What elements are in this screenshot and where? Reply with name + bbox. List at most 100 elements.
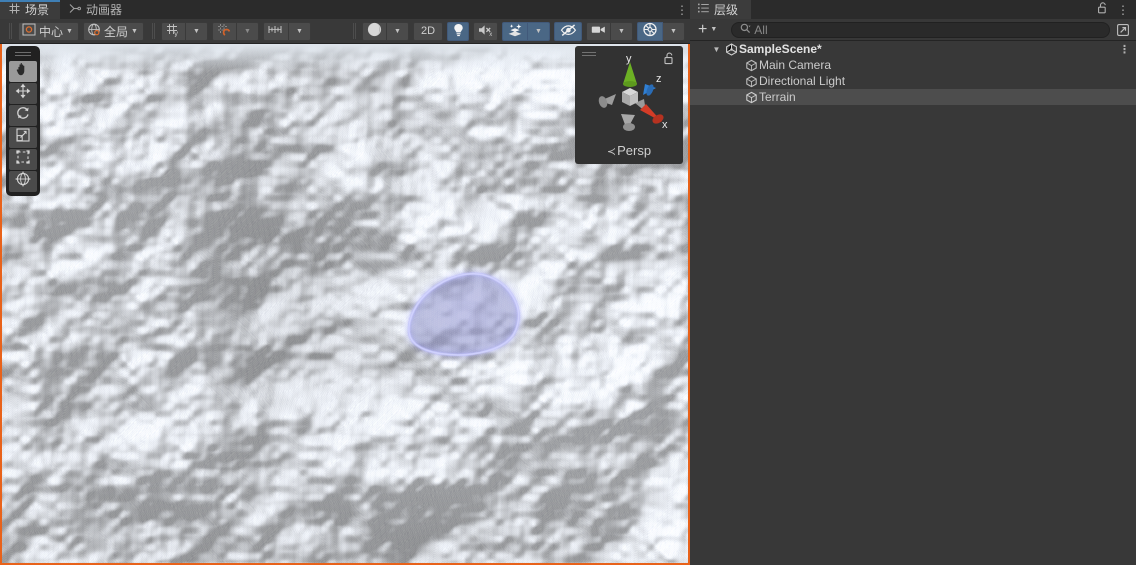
grid-snap-button[interactable] bbox=[211, 21, 237, 41]
grid-axis-dropdown[interactable]: ▼ bbox=[185, 21, 208, 41]
transform-tool-button[interactable] bbox=[9, 171, 37, 192]
grid-snap-group: ▼ bbox=[211, 21, 259, 41]
scene-tab-strip: 场景 动画器 ⋮ bbox=[0, 0, 690, 19]
hand-icon bbox=[15, 61, 31, 82]
rect-tool-button[interactable] bbox=[9, 149, 37, 170]
animator-icon bbox=[69, 3, 82, 17]
scene-view-panel: 场景 动画器 ⋮ 中心 ▼ 全局 ▼ y ▼ ▼ ▼ ▼ 2D x ▼ ▼ ▼ … bbox=[0, 0, 690, 565]
chevron-down-icon: ▼ bbox=[535, 27, 542, 35]
gizmos-dropdown[interactable]: ▼ bbox=[663, 21, 685, 41]
add-gameobject-button[interactable]: + ▼ bbox=[696, 20, 719, 38]
shading-mode-dropdown[interactable]: ▼ bbox=[387, 21, 409, 41]
grid-icon bbox=[9, 3, 20, 17]
rotate-tool-button[interactable] bbox=[9, 105, 37, 126]
camera-group: ▼ bbox=[586, 21, 633, 41]
hierarchy-item-label: Terrain bbox=[759, 90, 796, 104]
scene-audio-toggle[interactable]: x bbox=[473, 21, 498, 41]
tab-hierarchy-label: 层级 bbox=[714, 3, 739, 17]
pivot-mode-label: 中心 bbox=[39, 24, 64, 39]
chevron-down-icon[interactable]: ▼ bbox=[710, 45, 723, 54]
chevron-down-icon: ▼ bbox=[710, 26, 718, 33]
shading-sphere-icon bbox=[367, 22, 382, 40]
tab-scene[interactable]: 场景 bbox=[0, 0, 61, 19]
pivot-mode-dropdown[interactable]: 中心 ▼ bbox=[18, 21, 79, 41]
toolbar-divider bbox=[350, 23, 357, 40]
hierarchy-item-label: Main Camera bbox=[759, 58, 832, 72]
camera-icon bbox=[591, 24, 606, 38]
unity-scene-icon bbox=[723, 42, 739, 56]
toolbar-divider bbox=[6, 23, 13, 40]
tab-hierarchy[interactable]: 层级 bbox=[690, 0, 752, 19]
prev-arrow-icon: ≺ bbox=[606, 146, 617, 158]
hierarchy-row-directional-light[interactable]: Directional Light bbox=[690, 73, 1136, 89]
gameobject-cube-icon bbox=[743, 91, 759, 104]
rect-transform-icon bbox=[15, 149, 31, 170]
handle-space-label: 全局 bbox=[103, 24, 128, 39]
scene-lighting-toggle[interactable] bbox=[447, 21, 469, 41]
chevron-down-icon: ▼ bbox=[130, 27, 138, 35]
grid-snap-dropdown[interactable]: ▼ bbox=[236, 21, 259, 41]
chevron-down-icon: ▼ bbox=[618, 27, 625, 35]
shading-mode-button[interactable] bbox=[362, 21, 387, 41]
toolbar-divider bbox=[149, 23, 156, 40]
effects-icon bbox=[507, 23, 523, 40]
grid-size-button[interactable] bbox=[262, 21, 289, 41]
scene-viewport[interactable]: y z x ≺Persp bbox=[0, 44, 690, 565]
hierarchy-tab-strip: 层级 ⋮ bbox=[690, 0, 1136, 19]
handle-space-dropdown[interactable]: 全局 ▼ bbox=[82, 21, 144, 41]
hierarchy-tree[interactable]: ▼ SampleScene* ⋮ Main Camera Directional… bbox=[690, 41, 1136, 105]
lightbulb-icon bbox=[453, 23, 464, 40]
hierarchy-tab-tools: ⋮ bbox=[1097, 0, 1136, 19]
move-tool-button[interactable] bbox=[9, 83, 37, 104]
grid-axis-y-icon: y bbox=[166, 23, 181, 40]
scene-visibility-toggle[interactable] bbox=[554, 21, 582, 41]
hierarchy-row-terrain[interactable]: Terrain bbox=[690, 89, 1136, 105]
scene-view-menu-button[interactable]: ⋮ bbox=[674, 0, 690, 19]
audio-mute-icon: x bbox=[478, 23, 493, 40]
scene-visibility-off-icon bbox=[560, 23, 577, 40]
svg-text:x: x bbox=[489, 32, 492, 37]
scale-tool-button[interactable] bbox=[9, 127, 37, 148]
hierarchy-menu-button[interactable]: ⋮ bbox=[1117, 4, 1129, 16]
hand-tool-button[interactable] bbox=[9, 61, 37, 82]
chevron-down-icon: ▼ bbox=[66, 27, 73, 35]
plus-icon: + bbox=[698, 20, 708, 38]
gizmo-projection-label[interactable]: ≺Persp bbox=[575, 143, 683, 158]
scene-row-menu-button[interactable]: ⋮ bbox=[1119, 43, 1130, 56]
gizmos-group: ▼ bbox=[637, 21, 685, 41]
tab-animator[interactable]: 动画器 bbox=[60, 0, 133, 19]
grid-axis-button[interactable]: y bbox=[160, 21, 186, 41]
2d-label: 2D bbox=[420, 25, 436, 37]
gizmos-toggle[interactable] bbox=[637, 21, 663, 41]
svg-text:y: y bbox=[174, 29, 178, 37]
scene-camera-button[interactable] bbox=[586, 21, 611, 41]
scene-fx-toggle[interactable] bbox=[502, 21, 528, 41]
shading-mode-group: ▼ bbox=[362, 21, 409, 41]
grid-size-dropdown[interactable]: ▼ bbox=[288, 21, 311, 41]
persp-label: Persp bbox=[617, 143, 652, 158]
hierarchy-row-scene[interactable]: ▼ SampleScene* ⋮ bbox=[690, 41, 1136, 57]
unlock-icon[interactable] bbox=[1097, 1, 1108, 19]
chevron-down-icon: ▼ bbox=[670, 27, 677, 35]
scene-orientation-gizmo[interactable]: y z x ≺Persp bbox=[575, 46, 683, 164]
search-input[interactable]: All bbox=[731, 21, 1110, 39]
pivot-center-icon bbox=[22, 23, 36, 39]
svg-text:x: x bbox=[662, 119, 668, 131]
palette-drag-handle[interactable] bbox=[9, 49, 37, 59]
expand-window-icon[interactable] bbox=[1114, 23, 1132, 37]
hierarchy-item-label: Directional Light bbox=[759, 74, 846, 88]
scene-camera-dropdown[interactable]: ▼ bbox=[611, 21, 633, 41]
chevron-down-icon: ▼ bbox=[394, 27, 401, 35]
svg-text:y: y bbox=[626, 54, 632, 65]
search-icon[interactable] bbox=[740, 21, 751, 39]
scale-icon bbox=[15, 127, 31, 148]
hierarchy-row-main-camera[interactable]: Main Camera bbox=[690, 57, 1136, 73]
gizmo-axes-icon[interactable]: y z x bbox=[586, 54, 672, 140]
chevron-down-icon: ▼ bbox=[192, 27, 200, 35]
chevron-down-icon: ▼ bbox=[295, 27, 303, 35]
scene-fx-dropdown[interactable]: ▼ bbox=[528, 21, 550, 41]
scene-toolbar: 中心 ▼ 全局 ▼ y ▼ ▼ ▼ ▼ 2D x ▼ ▼ ▼ bbox=[0, 19, 690, 44]
scene-tools-palette bbox=[6, 46, 40, 196]
hierarchy-scene-label: SampleScene* bbox=[739, 42, 822, 56]
2d-toggle-button[interactable]: 2D bbox=[413, 21, 443, 41]
